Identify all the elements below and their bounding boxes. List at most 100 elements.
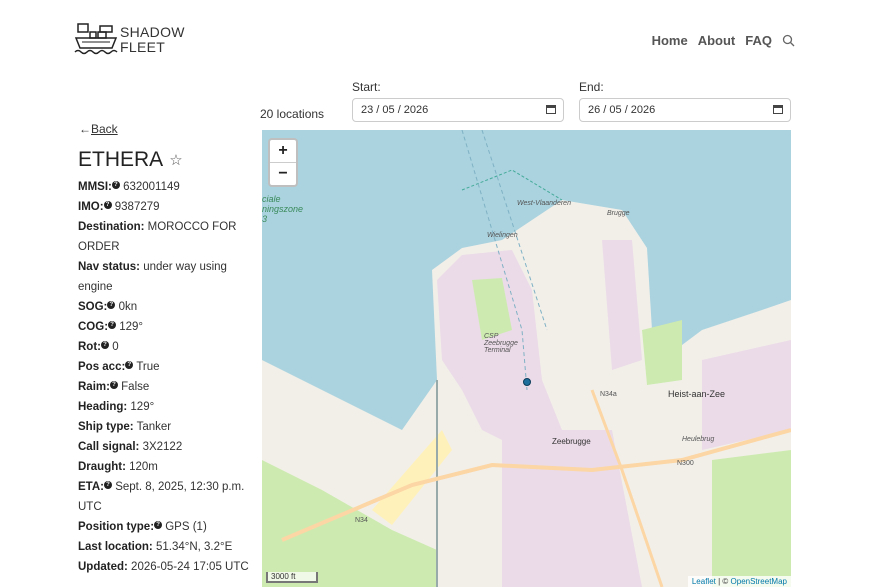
detail-label: Pos acc: [78, 361, 126, 373]
vessel-name: ETHERA [78, 148, 164, 171]
detail-label: Call signal: [78, 441, 140, 453]
logo-text-line1: SHADOW [120, 24, 185, 40]
vessel-marker [523, 378, 531, 386]
detail-value: 51.34°N, 3.2°E [155, 541, 233, 553]
detail-value: 0kn [118, 301, 138, 313]
osm-link[interactable]: OpenStreetMap [731, 577, 787, 586]
detail-label: Ship type: [78, 421, 134, 433]
logo[interactable]: SHADOW FLEET [74, 20, 185, 60]
map-label-speciale: ciale ningszone 3 [262, 194, 304, 224]
end-date-label: End: [579, 80, 604, 94]
detail-label: MMSI: [78, 181, 112, 193]
detail-value: True [136, 361, 160, 373]
info-icon[interactable]: ? [125, 361, 134, 369]
calendar-icon[interactable] [773, 105, 783, 114]
detail-value: 129° [130, 401, 155, 413]
detail-label: SOG: [78, 301, 108, 313]
detail-value: 632001149 [123, 181, 180, 193]
detail-value: False [121, 381, 150, 393]
locations-count: 20 locations [260, 107, 325, 121]
end-date-value: 26 / 05 / 2026 [588, 104, 656, 116]
detail-row: IMO:? 9387279 [78, 197, 258, 217]
detail-row: Nav status: under way using engine [78, 257, 258, 297]
info-icon[interactable]: ? [154, 521, 163, 529]
nav-home-link[interactable]: Home [652, 33, 688, 48]
detail-row: Destination: MOROCCO FOR ORDER [78, 217, 258, 257]
map-label-n34a: N34a [600, 391, 617, 398]
detail-row: COG:? 129° [78, 317, 258, 337]
detail-row: Updated: 2026-05-24 17:05 UTC [78, 557, 258, 577]
map-label-west-vlaanderen: West-Vlaanderen [517, 200, 571, 207]
map-tiles [262, 130, 791, 587]
detail-label: Destination: [78, 221, 145, 233]
zoom-control: + − [268, 138, 298, 187]
map-label-heulebrug: Heulebrug [682, 436, 715, 443]
back-arrow-icon: ← [79, 122, 91, 136]
detail-value: 0 [112, 341, 119, 353]
vessel-details: MMSI:? 632001149 IMO:? 9387279 Destination… [78, 177, 258, 577]
map-label-zeebrugge: Zeebrugge [552, 437, 591, 446]
map-label-brugge: Brugge [607, 210, 630, 217]
zoom-in-button[interactable]: + [270, 140, 296, 162]
detail-label: Rot: [78, 341, 101, 353]
nav-about-link[interactable]: About [698, 33, 736, 48]
vessel-title: ETHERA ☆ [78, 148, 183, 172]
end-date-input[interactable]: 26 / 05 / 2026 [579, 98, 791, 122]
detail-value: 3X2122 [142, 441, 183, 453]
detail-label: Heading: [78, 401, 128, 413]
map[interactable]: Heist-aan-Zee Zeebrugge N34a N34 N300 CS… [262, 130, 791, 587]
detail-row: Heading: 129° [78, 397, 258, 417]
detail-label: Last location: [78, 541, 153, 553]
detail-row: MMSI:? 632001149 [78, 177, 258, 197]
detail-label: ETA: [78, 481, 104, 493]
start-date-input[interactable]: 23 / 05 / 2026 [352, 98, 564, 122]
info-icon[interactable]: ? [107, 301, 116, 309]
detail-row: Ship type: Tanker [78, 417, 258, 437]
detail-row: Pos acc:? True [78, 357, 258, 377]
ship-icon [74, 23, 118, 55]
detail-label: Raim: [78, 381, 110, 393]
detail-row: Draught: 120m [78, 457, 258, 477]
start-date-label: Start: [352, 80, 381, 94]
detail-row: ETA:? Sept. 8, 2025, 12:30 p.m. UTC [78, 477, 258, 517]
detail-row: Raim:? False [78, 377, 258, 397]
info-icon[interactable]: ? [109, 381, 118, 389]
info-icon[interactable]: ? [103, 481, 112, 489]
leaflet-link[interactable]: Leaflet [692, 577, 716, 586]
top-nav: Home About FAQ [652, 33, 795, 48]
detail-row: SOG:? 0kn [78, 297, 258, 317]
zoom-out-button[interactable]: − [270, 162, 296, 185]
info-icon[interactable]: ? [108, 321, 117, 329]
detail-label: Updated: [78, 561, 128, 573]
back-link-label: Back [91, 122, 118, 136]
end-date-group: End: 26 / 05 / 2026 [579, 80, 791, 122]
info-icon[interactable]: ? [103, 201, 112, 209]
detail-row: Position type:? GPS (1) [78, 517, 258, 537]
detail-value: Tanker [136, 421, 172, 433]
map-label-n34: N34 [355, 517, 368, 524]
info-icon[interactable]: ? [101, 341, 109, 349]
detail-row: Rot:? 0 [78, 337, 258, 357]
detail-value: 120m [129, 461, 158, 473]
detail-label: IMO: [78, 201, 104, 213]
detail-label: COG: [78, 321, 109, 333]
detail-label: Nav status: [78, 261, 140, 273]
map-label-n300: N300 [677, 460, 694, 467]
star-icon[interactable]: ☆ [169, 151, 182, 169]
map-scale: 3000 ft [266, 572, 318, 583]
detail-value: 129° [119, 321, 144, 333]
calendar-icon[interactable] [546, 105, 556, 114]
start-date-value: 23 / 05 / 2026 [361, 104, 429, 116]
map-label-csp: CSP Zeebrugge Terminal [484, 333, 518, 354]
map-label-heist: Heist-aan-Zee [668, 389, 726, 399]
start-date-group: Start: 23 / 05 / 2026 [352, 80, 564, 122]
detail-row: Last location: 51.34°N, 3.2°E [78, 537, 258, 557]
logo-text-line2: FLEET [120, 39, 166, 55]
nav-faq-link[interactable]: FAQ [745, 33, 772, 48]
detail-label: Position type: [78, 521, 155, 533]
attribution-separator: | © [715, 577, 731, 586]
back-link[interactable]: ←Back [79, 122, 118, 136]
search-icon[interactable] [782, 34, 795, 47]
info-icon[interactable]: ? [111, 181, 120, 189]
detail-row: Call signal: 3X2122 [78, 437, 258, 457]
